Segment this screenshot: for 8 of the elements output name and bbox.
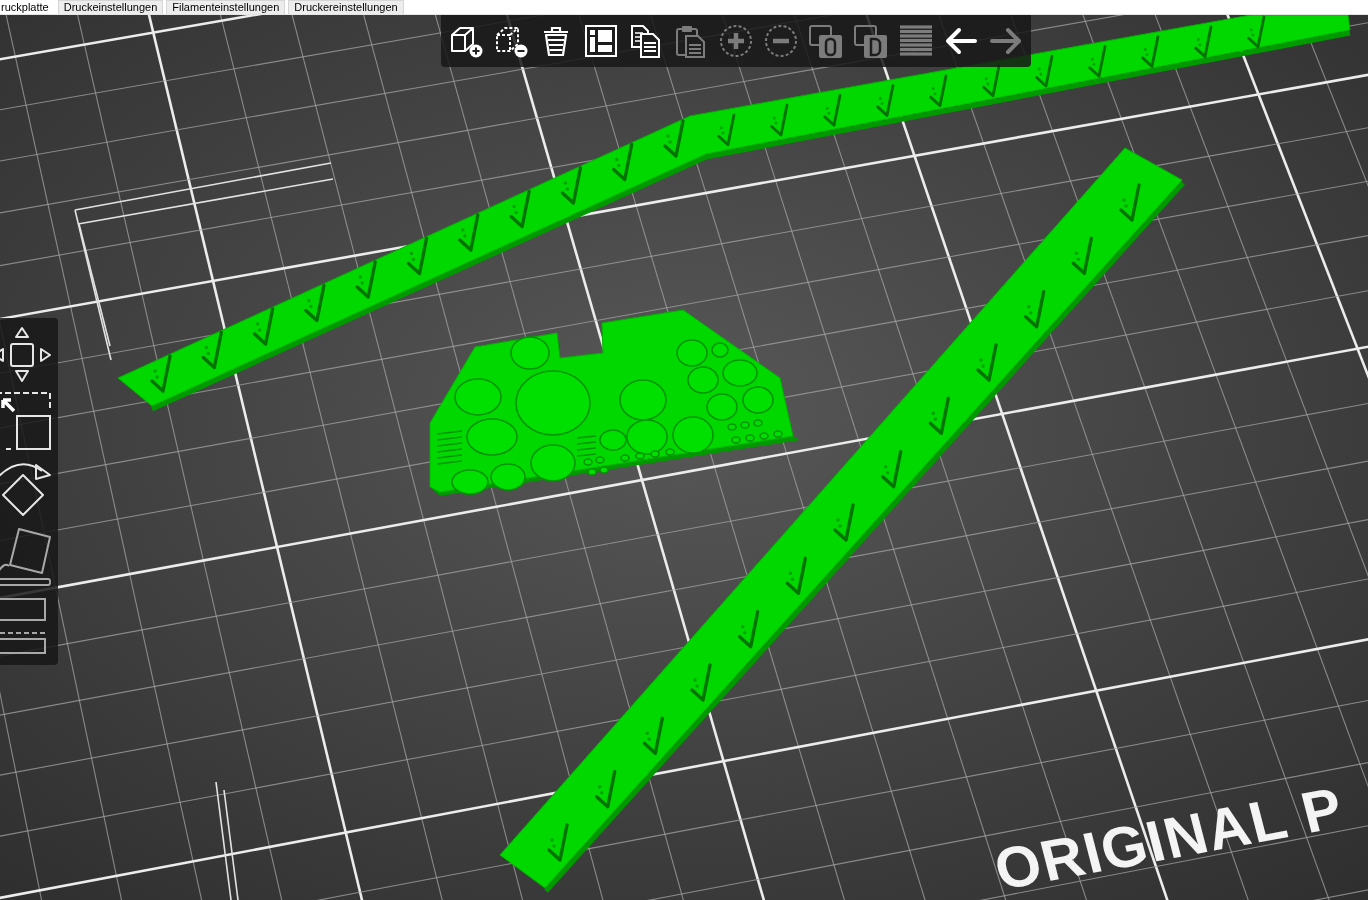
tab[interactable]: Druckeinstellungen (57, 0, 164, 14)
tab[interactable]: Druckereinstellungen (288, 0, 404, 14)
tab[interactable]: Filamenteinstellungen (166, 0, 286, 14)
square-arrows-icon[interactable] (0, 325, 54, 383)
dashed-square-arrow-icon[interactable] (0, 390, 54, 450)
tilted-square-bar-icon[interactable] (0, 526, 54, 588)
bed-label: ORIGINAL P (987, 774, 1351, 900)
layout-icon[interactable] (583, 23, 619, 59)
